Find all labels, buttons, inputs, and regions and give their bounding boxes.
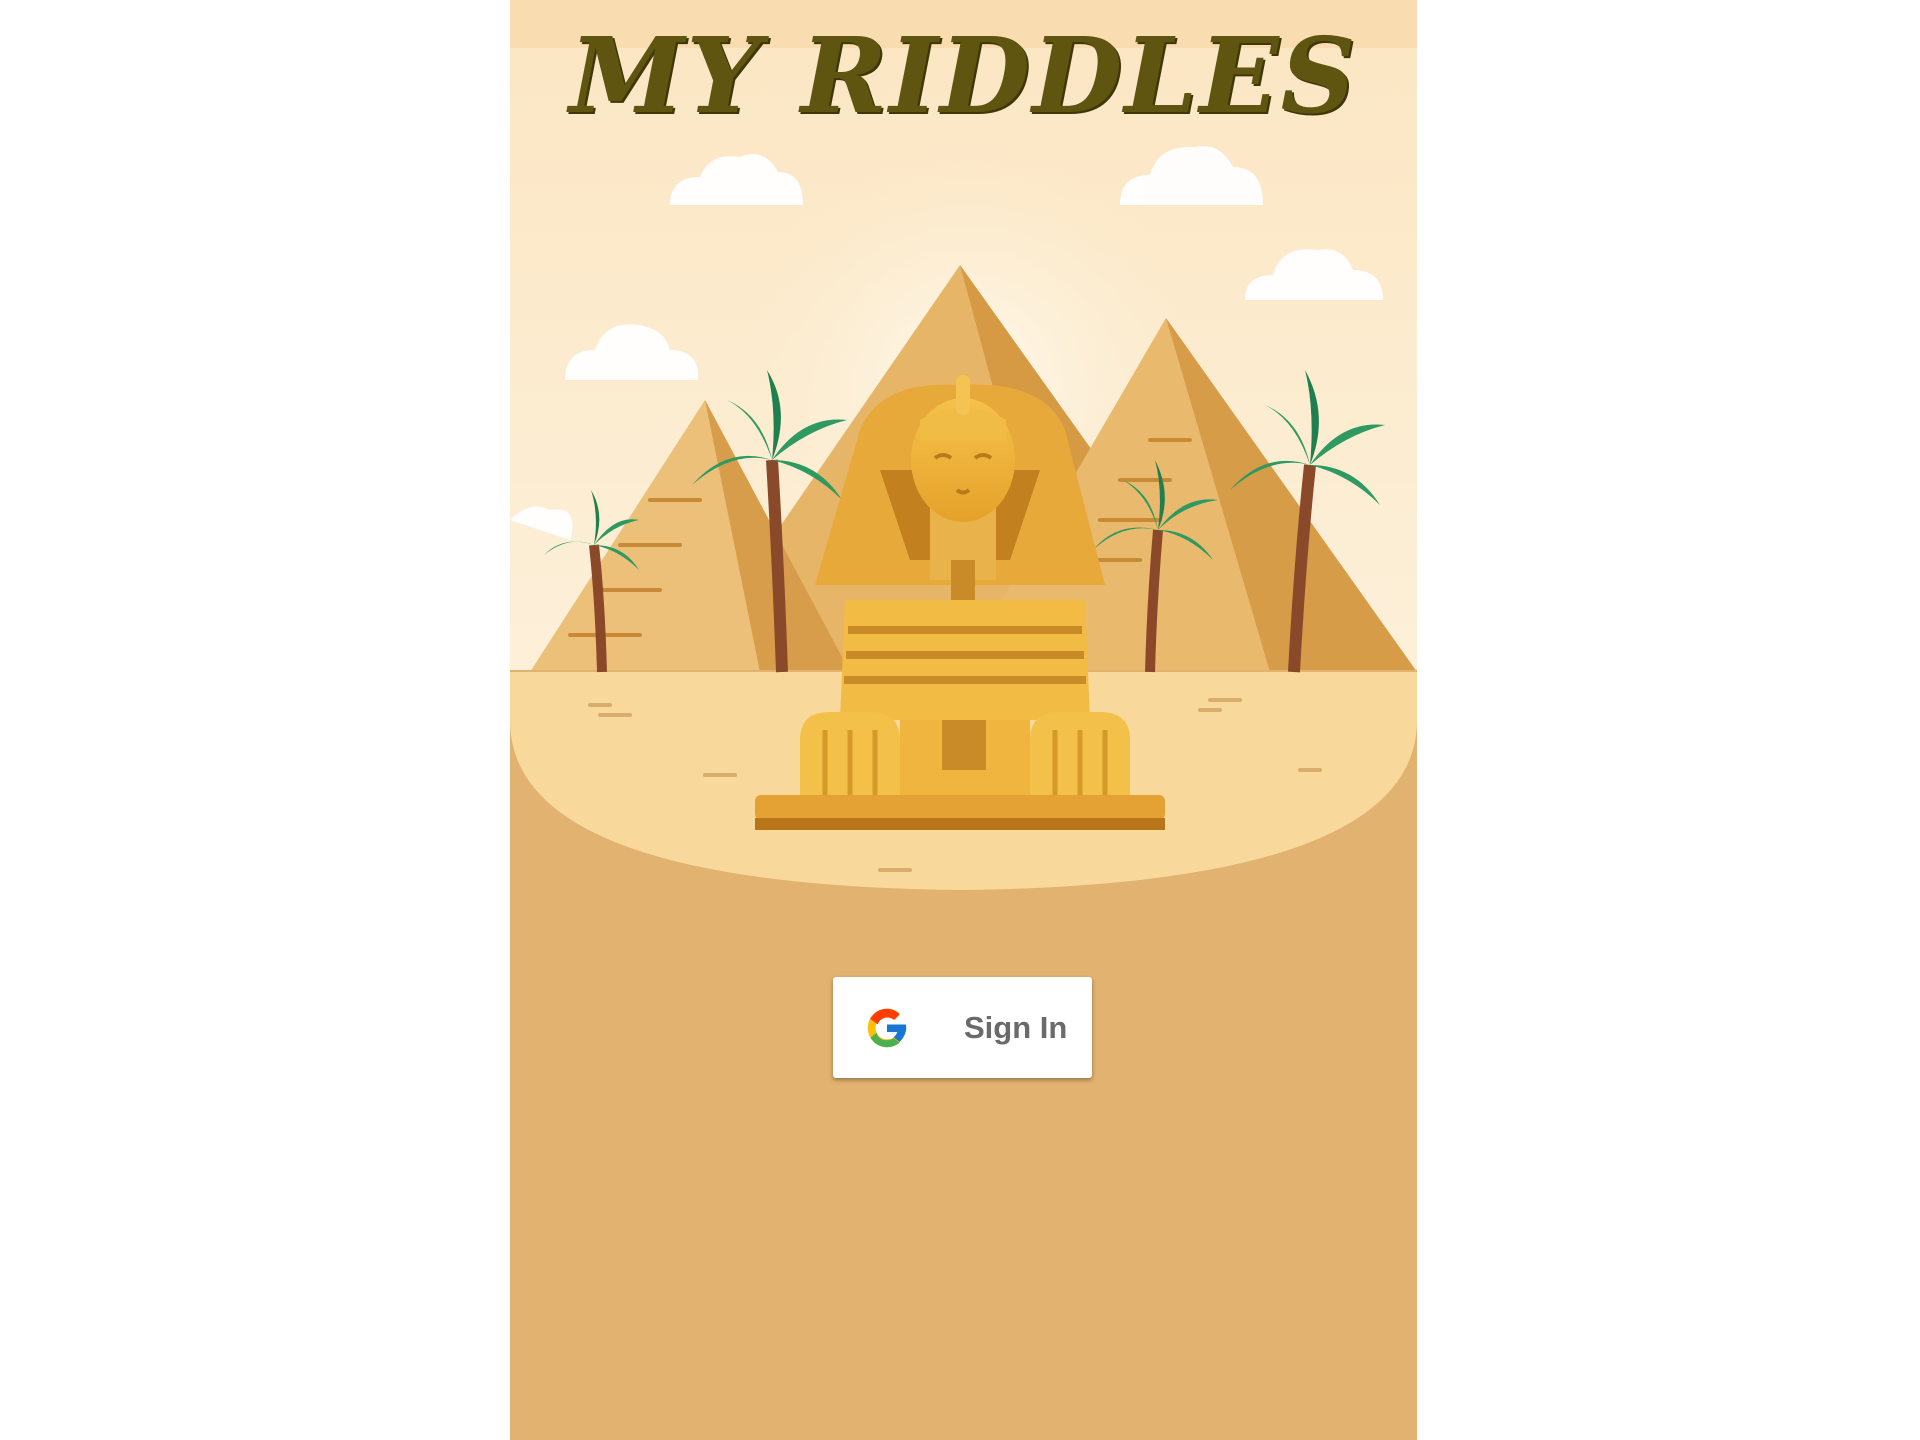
app-screen: MY RIDDLES Sign In (510, 0, 1417, 1440)
google-logo-icon (867, 1008, 907, 1048)
app-title: MY RIDDLES (569, 14, 1358, 137)
google-sign-in-button[interactable]: Sign In (833, 977, 1092, 1078)
sphinx-body (840, 600, 1090, 720)
sign-in-label: Sign In (964, 1010, 1068, 1045)
